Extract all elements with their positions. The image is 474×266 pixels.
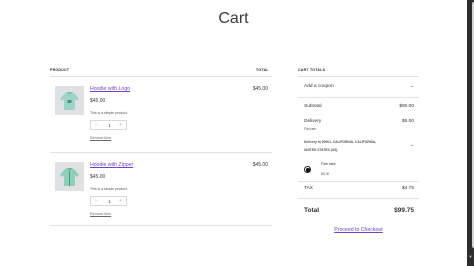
shipping-option-price: $5.00 xyxy=(321,172,330,176)
item-name-link[interactable]: Hoodie with Logo xyxy=(90,86,130,92)
tax-label: TAX xyxy=(304,186,313,191)
total-column-header: TOTAL xyxy=(256,68,269,72)
quantity-stepper: − 1 + xyxy=(90,196,127,206)
delivery-value: $5.00 xyxy=(401,119,414,124)
delivery-address-line1: Delivery to 90001, CALIFORNIA, CALIFORNI… xyxy=(304,140,377,144)
line-total: $45.00 xyxy=(252,162,268,168)
total-label: Total xyxy=(304,207,320,214)
increase-quantity-button[interactable]: + xyxy=(119,122,122,129)
hoodie-zipper-image[interactable] xyxy=(55,162,84,191)
item-name-link[interactable]: Hoodie with Zipper xyxy=(90,162,133,168)
hoodie-logo-image[interactable] xyxy=(55,86,84,115)
item-price: $45.00 xyxy=(90,174,106,180)
delivery-method: Flat rate xyxy=(304,127,317,131)
decrease-quantity-button[interactable]: − xyxy=(95,122,98,129)
coupon-label: Add a coupon xyxy=(304,84,334,89)
quantity-input[interactable]: 1 xyxy=(106,123,113,128)
totals-divider xyxy=(298,97,419,98)
quantity-stepper: − 1 + xyxy=(90,120,127,130)
item-price: $45.00 xyxy=(90,98,106,104)
proceed-to-checkout-button[interactable]: Proceed to Checkout xyxy=(298,227,419,233)
delivery-address-line2: UNITED STATES (US) xyxy=(304,148,338,152)
remove-item-link[interactable]: Remove item xyxy=(90,212,111,216)
item-description: This is a simple product. xyxy=(90,111,128,115)
remove-item-link[interactable]: Remove item xyxy=(90,136,111,140)
flat-rate-radio[interactable] xyxy=(304,166,311,173)
delivery-address-toggle[interactable]: Delivery to 90001, CALIFORNIA, CALIFORNI… xyxy=(298,140,419,154)
page-scrollbar[interactable]: ▼ xyxy=(467,0,474,266)
scroll-down-icon[interactable]: ▼ xyxy=(468,255,473,259)
increase-quantity-button[interactable]: + xyxy=(119,198,122,205)
totals-divider xyxy=(298,76,419,77)
subtotal-label: Subtotal xyxy=(304,104,322,109)
product-column-header: PRODUCT xyxy=(50,68,70,72)
delivery-label: Delivery xyxy=(304,119,322,124)
item-divider xyxy=(50,152,272,153)
cart-totals-header: CART TOTALS xyxy=(298,68,326,72)
line-total: $45.00 xyxy=(252,86,268,92)
cart-item: Hoodie with Logo $45.00 This is a simple… xyxy=(50,84,272,160)
item-divider xyxy=(50,225,272,226)
totals-divider xyxy=(298,198,419,199)
decrease-quantity-button[interactable]: − xyxy=(95,198,98,205)
page-title: Cart xyxy=(218,10,249,27)
subtotal-value: $90.00 xyxy=(399,104,414,109)
chevron-down-icon: ⌄ xyxy=(409,83,414,89)
header-divider xyxy=(50,76,272,77)
tax-value: $4.75 xyxy=(401,186,414,191)
quantity-input[interactable]: 1 xyxy=(106,199,113,204)
totals-divider xyxy=(298,181,419,182)
item-description: This is a simple product. xyxy=(90,187,128,191)
chevron-down-icon: ⌄ xyxy=(409,142,414,148)
total-value: $99.75 xyxy=(394,207,414,214)
coupon-toggle[interactable]: Add a coupon ⌄ xyxy=(298,83,419,92)
shipping-option-label[interactable]: Flat rate xyxy=(321,161,381,166)
